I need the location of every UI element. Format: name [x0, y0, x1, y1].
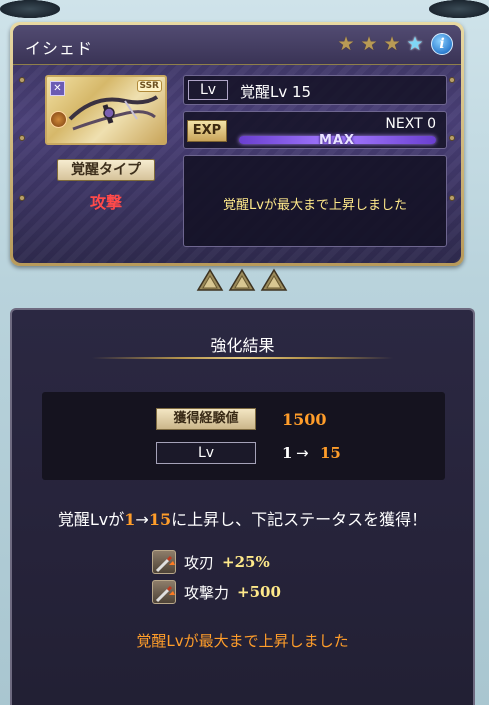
rivet-decoration — [19, 195, 25, 201]
enhance-result-panel: 強化結果 獲得経験値 1500 Lv 1 → 15 覚醒Lvが1→15に上昇し、… — [10, 308, 475, 705]
level-tag: Lv — [188, 80, 228, 100]
exp-row: EXP NEXT 0 MAX — [183, 111, 447, 149]
bonus-name: 攻刃 — [184, 553, 215, 572]
awaken-type-value: 攻撃 — [89, 193, 122, 212]
rivet-decoration — [19, 77, 25, 83]
exp-gain-value: 1500 — [282, 410, 327, 429]
result-title: 強化結果 — [210, 336, 275, 355]
awaken-summary: 覚醒Lvが1→15に上昇し、下記ステータスを獲得！ — [12, 506, 473, 530]
weapon-name: イシェド — [25, 39, 94, 58]
weapon-card-header: イシェド ★ ★ ★ ★ i — [13, 25, 461, 65]
weapon-card: イシェド ★ ★ ★ ★ i SSR ✕ 覚醒タイプ 攻撃 Lv 覚醒Lv 15… — [10, 22, 464, 266]
summary-arrow: → — [135, 510, 149, 529]
weapon-crossbow-icon — [68, 95, 159, 131]
awaken-type-label: 覚醒タイプ — [57, 159, 155, 181]
star-gold-icon: ★ — [383, 33, 401, 55]
bonus-value: +25% — [222, 553, 270, 571]
weapon-message: 覚醒Lvが最大まで上昇しました — [223, 198, 407, 213]
up-arrow-icon — [228, 268, 256, 291]
star-blue-icon: ★ — [406, 33, 424, 55]
bonus-name: 攻撃力 — [184, 583, 230, 602]
summary-prefix: 覚醒Lvが — [57, 510, 125, 529]
result-stats-panel: 獲得経験値 1500 Lv 1 → 15 — [42, 392, 445, 480]
info-icon[interactable]: i — [431, 33, 453, 55]
summary-to: 15 — [148, 510, 172, 529]
level-to: 15 — [320, 444, 341, 462]
level-row: Lv 覚醒Lv 15 — [183, 75, 447, 105]
next-exp-text: NEXT 0 — [385, 116, 436, 132]
level-from: 1 — [282, 444, 293, 462]
star-gold-icon: ★ — [360, 33, 378, 55]
progress-arrows — [196, 268, 288, 294]
exp-gain-label: 獲得経験値 — [156, 408, 256, 430]
star-gold-icon: ★ — [337, 33, 355, 55]
rivet-decoration — [449, 135, 455, 141]
sword-up-icon — [152, 580, 176, 604]
rarity-stars: ★ ★ ★ ★ — [336, 34, 425, 54]
summary-from: 1 — [124, 510, 136, 529]
max-label: MAX — [319, 133, 356, 148]
bonus-row: 攻撃力 +500 — [152, 580, 281, 604]
exp-tag: EXP — [187, 120, 227, 142]
level-label: Lv — [156, 442, 256, 464]
weapon-type-icon — [50, 111, 67, 128]
up-arrow-icon — [196, 268, 224, 291]
top-decoration-left — [0, 0, 60, 18]
bonus-value: +500 — [237, 583, 281, 601]
up-arrow-icon — [260, 268, 288, 291]
summary-suffix: に上昇し、下記ステータスを獲得！ — [171, 510, 428, 529]
rivet-decoration — [19, 135, 25, 141]
rarity-badge: SSR — [136, 80, 162, 92]
sword-up-icon — [152, 550, 176, 574]
element-icon: ✕ — [50, 81, 65, 96]
rivet-decoration — [449, 77, 455, 83]
top-decoration-right — [429, 0, 489, 18]
rivet-decoration — [449, 195, 455, 201]
weapon-card-inner: イシェド ★ ★ ★ ★ i SSR ✕ 覚醒タイプ 攻撃 Lv 覚醒Lv 15… — [13, 25, 461, 263]
awaken-level-text: 覚醒Lv 15 — [240, 83, 312, 101]
level-arrow: → — [296, 444, 309, 462]
title-divider — [92, 357, 393, 359]
final-message: 覚醒Lvが最大まで上昇しました — [136, 632, 349, 650]
weapon-thumbnail[interactable]: SSR ✕ — [45, 75, 167, 145]
weapon-message-box: 覚醒Lvが最大まで上昇しました — [183, 155, 447, 247]
bonus-row: 攻刃 +25% — [152, 550, 270, 574]
